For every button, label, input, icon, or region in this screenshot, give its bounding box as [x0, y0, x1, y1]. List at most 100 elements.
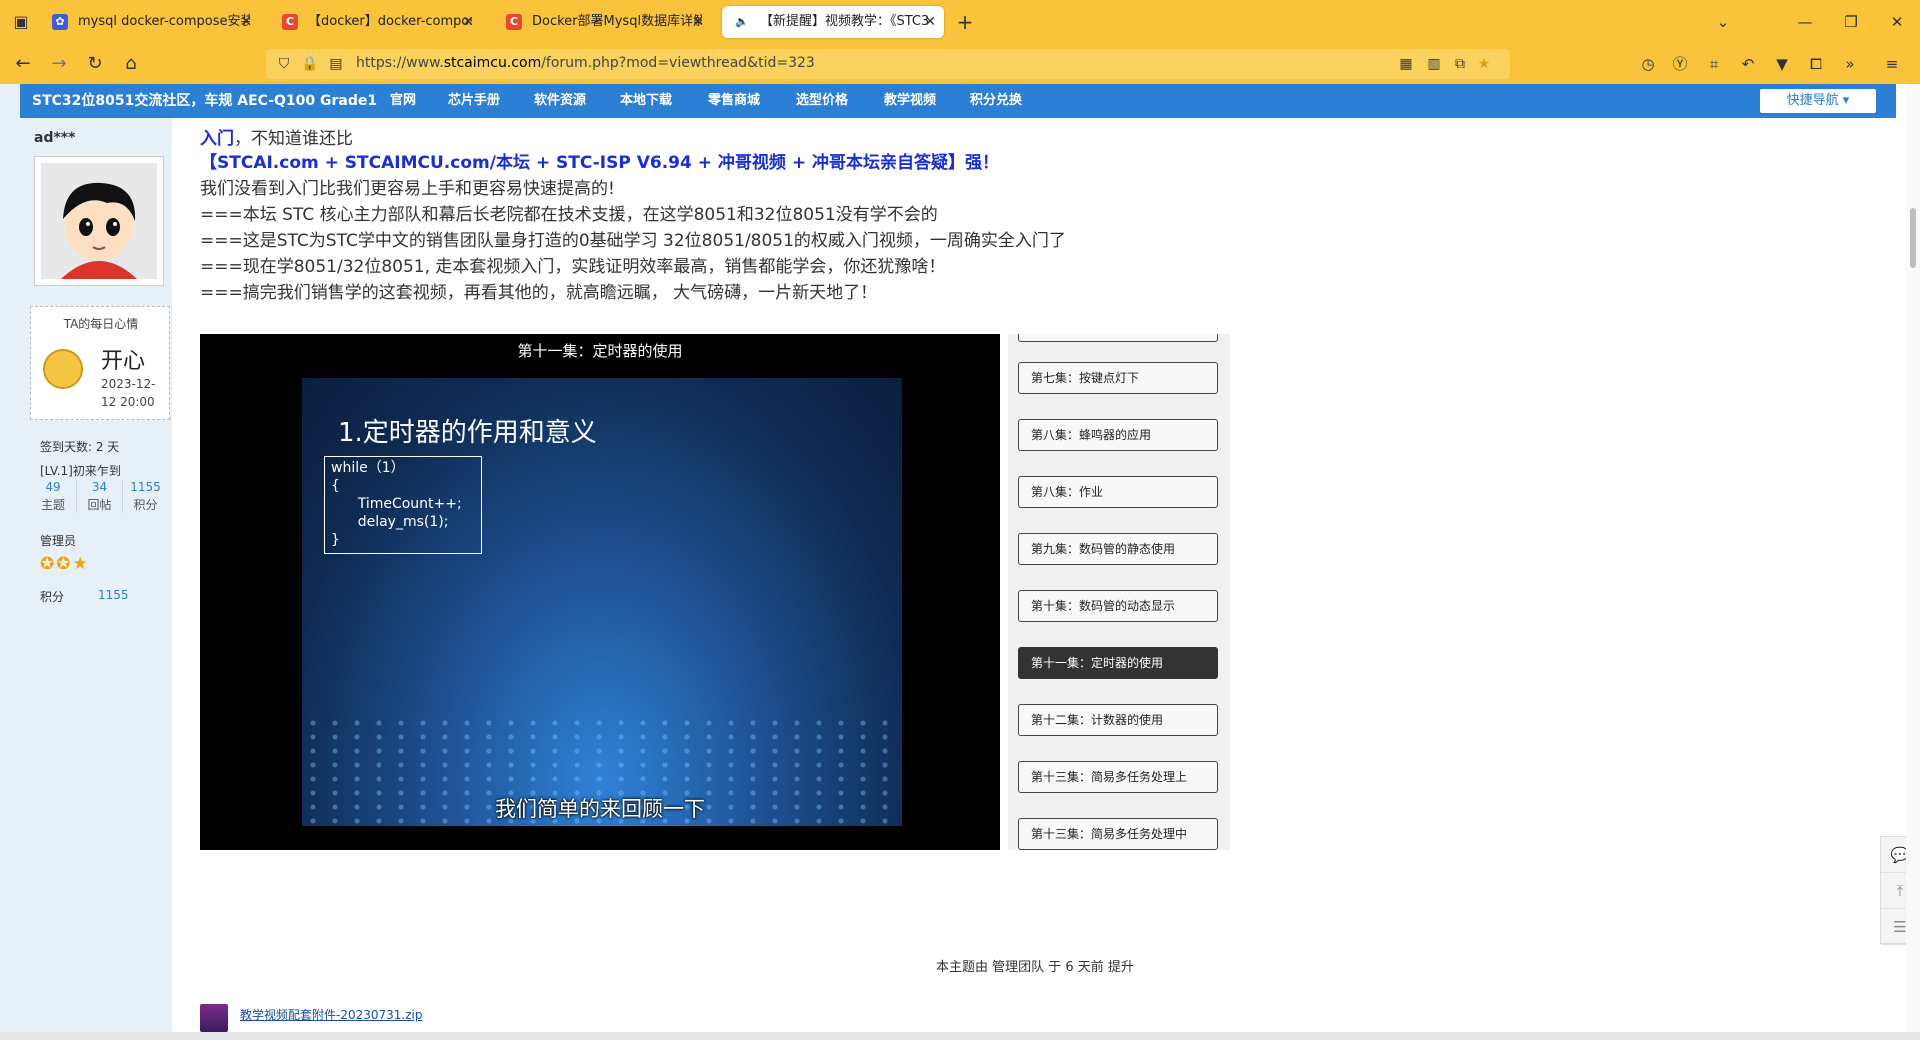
yandex-extension-icon[interactable]: Ⓨ: [1668, 52, 1692, 76]
tab-title: Docker部署Mysql数据库详解-: [532, 14, 702, 29]
signin-days: 签到天数: 2 天: [40, 440, 120, 454]
avatar[interactable]: [34, 156, 164, 286]
minimize-icon[interactable]: —: [1790, 10, 1820, 34]
nav-link-points[interactable]: 积分兑换: [970, 84, 1022, 118]
qr-code-icon[interactable]: ▦: [1396, 53, 1416, 75]
close-icon[interactable]: ✕: [924, 6, 936, 38]
lock-icon[interactable]: 🔒: [300, 53, 320, 75]
speaker-icon[interactable]: 🔈: [734, 14, 750, 30]
url-path: /forum.php?mod=viewthread&tid=323: [541, 55, 815, 71]
site-nav-bar: STC32位8051交流社区，车规 AEC-Q100 Grade1 官网 芯片手…: [20, 84, 1896, 118]
video-frame[interactable]: 1.定时器的作用和意义 while（1） { TimeCount++; dela…: [302, 378, 902, 826]
shield-icon[interactable]: ⛉: [274, 53, 294, 75]
nav-link-store[interactable]: 零售商城: [708, 84, 760, 118]
nav-link-download[interactable]: 本地下载: [620, 84, 672, 118]
winrar-archive-icon: [200, 1004, 228, 1032]
new-tab-button[interactable]: +: [952, 9, 978, 35]
extensions-puzzle-icon[interactable]: ⧠: [1804, 52, 1828, 76]
close-icon[interactable]: ✕: [692, 6, 704, 38]
points-value: 1155: [98, 588, 129, 602]
stat-value: 49: [45, 480, 61, 494]
history-clock-icon[interactable]: ◷: [1636, 52, 1660, 76]
happy-face-icon: [43, 349, 83, 389]
page-info-icon[interactable]: ▤: [326, 53, 346, 75]
bookmark-star-icon[interactable]: ★: [1474, 53, 1494, 75]
close-icon[interactable]: ✕: [462, 6, 474, 38]
episode-item-active[interactable]: 第十一集：定时器的使用: [1018, 647, 1218, 679]
site-brand[interactable]: STC32位8051交流社区，车规 AEC-Q100 Grade1: [32, 84, 377, 118]
menu-hamburger-icon[interactable]: ≡: [1880, 52, 1904, 76]
slide-code-box: while（1） { TimeCount++; delay_ms(1); }: [324, 456, 482, 554]
window-close-icon[interactable]: ✕: [1882, 10, 1912, 34]
points-label: 积分: [40, 590, 65, 604]
video-player[interactable]: 第十一集：定时器的使用 1.定时器的作用和意义 while（1） { TimeC…: [200, 334, 1000, 850]
reader-view-icon[interactable]: ▥: [1424, 53, 1444, 75]
episode-item[interactable]: 第七集：按键点灯下: [1018, 362, 1218, 394]
more-tools-chevron-icon[interactable]: »: [1838, 52, 1862, 76]
tab-stc-video[interactable]: 🔈 【新提醒】视频教学：《STC3 ✕: [722, 6, 944, 38]
stat-replies[interactable]: 34 回帖: [76, 480, 122, 513]
nav-link-datasheet[interactable]: 芯片手册: [448, 84, 500, 118]
post-line-1-rest: ，不知道谁还比: [234, 129, 353, 149]
vpn-extension-icon[interactable]: ▼: [1770, 52, 1794, 76]
baidu-paw-icon: ✿: [52, 14, 68, 30]
tab-docker-mysql[interactable]: C Docker部署Mysql数据库详解- ✕: [494, 6, 712, 38]
episode-item[interactable]: 第十三集：简易多任务处理上: [1018, 761, 1218, 793]
post-line-1: 入门，不知道谁还比: [200, 124, 353, 149]
user-role[interactable]: 管理员: [40, 532, 76, 549]
csdn-c-icon: C: [282, 14, 298, 30]
forward-arrow-icon[interactable]: →: [46, 52, 72, 76]
nav-link-videos[interactable]: 教学视频: [884, 84, 936, 118]
status-strip: [0, 1032, 1920, 1040]
tab-overflow-chevron-icon[interactable]: ⌄: [1708, 10, 1738, 34]
stat-value: 1155: [130, 480, 161, 494]
nav-link-pricing[interactable]: 选型价格: [796, 84, 848, 118]
restore-icon[interactable]: ❐: [1836, 10, 1866, 34]
tab-title: mysql docker-compose安装_: [78, 14, 250, 29]
tab-docker-compose[interactable]: C 【docker】docker-compose部 ✕: [270, 6, 482, 38]
avatar-cartoon-icon: [41, 163, 157, 279]
crop-icon[interactable]: ⌗: [1702, 52, 1726, 76]
tab-mysql-docker[interactable]: ✿ mysql docker-compose安装_ ✕: [40, 6, 260, 38]
tab-list-icon[interactable]: ▣: [8, 10, 34, 34]
page-scrollbar[interactable]: [1906, 84, 1920, 1040]
scrollbar-thumb[interactable]: [1910, 208, 1916, 268]
episode-item[interactable]: 第八集：作业: [1018, 476, 1218, 508]
screenshot-icon[interactable]: ⧉: [1450, 53, 1470, 75]
nav-link-official[interactable]: 官网: [390, 84, 416, 118]
user-level[interactable]: [LV.1]初来乍到: [40, 462, 121, 479]
post-line-6: ===现在学8051/32位8051, 走本套视频入门，实践证明效率最高，销售都…: [200, 257, 946, 277]
video-subtitle: 我们简单的来回顾一下: [495, 797, 705, 821]
mood-box: TA的每日心情 开心 2023-12-12 20:00: [30, 306, 170, 420]
quick-nav-button[interactable]: 快捷导航 ▾: [1760, 89, 1876, 113]
stat-threads[interactable]: 49 主题: [30, 480, 76, 513]
close-icon[interactable]: ✕: [240, 6, 252, 38]
post-line-7: ===搞完我们销售学的这套视频，再看其他的，就高瞻远瞩， 大气磅礴，一片新天地了…: [200, 283, 878, 303]
undo-icon[interactable]: ↶: [1736, 52, 1760, 76]
episode-playlist[interactable]: 第七集：按键点灯下 第八集：蜂鸣器的应用 第八集：作业 第九集：数码管的静态使用…: [1008, 334, 1230, 850]
stat-points[interactable]: 1155 积分: [122, 480, 168, 513]
episode-item[interactable]: 第十二集：计数器的使用: [1018, 704, 1218, 736]
author-panel: ad*** TA的每日心情 开心 2023-12-12 20:00 签到天数: …: [20, 118, 172, 1040]
reload-icon[interactable]: ↻: [82, 52, 108, 76]
slide-title: 1.定时器的作用和意义: [338, 418, 597, 448]
episode-item-partial[interactable]: [1018, 334, 1218, 342]
address-bar[interactable]: ⛉ 🔒 ▤ https://www.stcaimcu.com/forum.php…: [266, 49, 1510, 79]
episode-item[interactable]: 第十三集：简易多任务处理中: [1018, 818, 1218, 850]
tab-title: 【docker】docker-compose部: [308, 14, 472, 29]
url-text[interactable]: https://www.stcaimcu.com/forum.php?mod=v…: [356, 55, 815, 71]
url-prefix: https://www.: [356, 55, 444, 71]
author-name[interactable]: ad***: [34, 130, 75, 146]
episode-item[interactable]: 第九集：数码管的静态使用: [1018, 533, 1218, 565]
episode-item[interactable]: 第八集：蜂鸣器的应用: [1018, 419, 1218, 451]
back-arrow-icon[interactable]: ←: [10, 52, 36, 76]
attachment-link[interactable]: 教学视频配套附件-20230731.zip: [240, 1006, 422, 1023]
home-icon[interactable]: ⌂: [118, 52, 144, 76]
stat-label: 主题: [40, 498, 65, 512]
video-title: 第十一集：定时器的使用: [517, 342, 683, 360]
episode-item[interactable]: 第十集：数码管的动态显示: [1018, 590, 1218, 622]
post-line-1-bold: 入门: [200, 129, 234, 149]
browser-nav-bar: ← → ↻ ⌂ ⛉ 🔒 ▤ https://www.stcaimcu.com/f…: [0, 44, 1920, 84]
post-line-3: 我们没看到入门比我们更容易上手和更容易快速提高的!: [200, 179, 615, 199]
nav-link-software[interactable]: 软件资源: [534, 84, 586, 118]
